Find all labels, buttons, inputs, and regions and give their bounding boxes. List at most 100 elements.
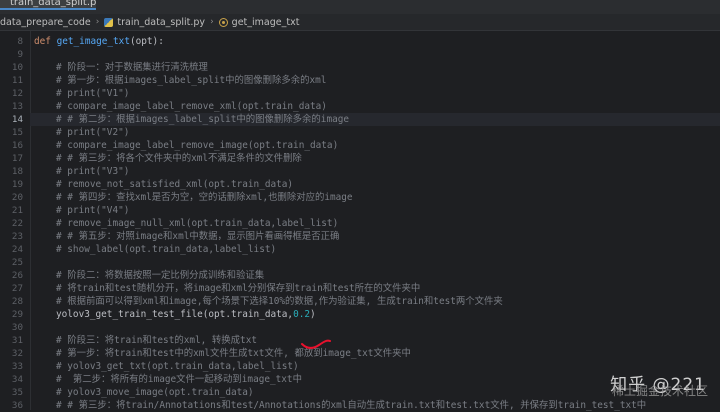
line-number: 22 [11,218,23,229]
code-line[interactable]: 29 yolov3_get_train_test_file(opt.train_d… [12,308,720,321]
code-text: # remove_not_satisfied_xml(opt.train_dat… [56,179,294,190]
line-number: 15 [11,127,23,138]
line-number: 19 [11,179,23,190]
line-number: 25 [11,257,23,268]
code-text: # print("V3") [56,166,130,177]
line-number: 13 [11,101,23,112]
code-line[interactable]: 18 # print("V3") [12,165,720,178]
line-number: 34 [11,374,23,385]
code-text: # # 第二步：根据images_label_split中的图像删除多余的ima… [56,114,350,125]
code-text: yolov3_get_train_test_file(opt.train_dat… [56,308,316,321]
code-text: # print("V2") [56,127,130,138]
code-text: # 阶段一：对于数据集进行清洗梳理 [56,62,208,73]
juejin-watermark: 稀土掘金技术社区 [611,384,708,398]
breadcrumb: data_prepare_code › train_data_split.py … [0,14,720,31]
function-call: yolov3_get_train_test_file [56,309,203,320]
code-line[interactable]: 30 [12,321,720,334]
tab-bar: train_data_split.py [0,0,720,14]
line-number: 20 [11,192,23,203]
code-text: # 阶段二：将数据按照一定比例分成训练和验证集 [56,270,265,281]
code-text: # # 第四步：查找xml是否为空，空的话删除xml,也删除对应的image [56,192,353,203]
chevron-right-icon: › [95,17,100,27]
breadcrumb-folder[interactable]: data_prepare_code [0,17,91,28]
breadcrumb-file[interactable]: train_data_split.py [117,17,205,28]
line-number: 29 [11,309,23,320]
code-text: # # 第三步：将各个文件夹中的xml不满足条件的文件删除 [56,153,302,164]
call-close: ) [310,309,316,320]
code-text: # # 第五步：对照image和xml中数据，显示图片看画得框是否正确 [56,231,340,242]
code-text: # 阶段三：将train和test的xml, 转换成txt [56,335,257,346]
code-line[interactable]: 28 # 根据前面可以得到xml和image,每个场景下选择10%的数据,作为验证… [12,295,720,308]
code-line[interactable]: 36 # # 第三步：将train/Annotations和test/Annota… [12,399,720,412]
line-number: 24 [11,244,23,255]
code-line[interactable]: 25 [12,256,720,269]
code-text: # print("V1") [56,88,130,99]
code-text: # yolov3_move_image(opt.train_data) [56,387,254,398]
code-line[interactable]: 27 # 将train和test随机分开，将image和xml分别保存到train… [12,282,720,295]
line-number: 36 [11,400,23,411]
code-text: # 第二步：将所有的image文件一起移动到image_txt中 [56,374,302,385]
red-underline-annotation [301,339,331,349]
code-line[interactable]: 10 # 阶段一：对于数据集进行清洗梳理 [12,61,720,74]
line-number: 23 [11,231,23,242]
code-line[interactable]: 31 # 阶段三：将train和test的xml, 转换成txt [12,334,720,347]
code-text: # 第一步：将train和test中的xml文件生成txt文件, 都放到imag… [56,348,411,359]
code-line[interactable]: 16 # compare_image_label_remove_image(opt… [12,139,720,152]
code-line[interactable]: 8 def get_image_txt(opt): [17,35,720,48]
code-line[interactable]: 32 # 第一步：将train和test中的xml文件生成txt文件, 都放到im… [12,347,720,360]
chevron-right-icon: › [210,17,214,27]
code-text: # compare_image_label_remove_xml(opt.tra… [56,101,327,112]
code-line[interactable]: 13 # compare_image_label_remove_xml(opt.t… [12,100,720,113]
code-text: # compare_image_label_remove_image(opt.t… [56,140,339,151]
python-file-icon [104,17,114,27]
line-number: 26 [11,270,23,281]
code-line[interactable]: 26 # 阶段二：将数据按照一定比例分成训练和验证集 [12,269,720,282]
line-number: 31 [11,335,23,346]
line-number: 33 [11,361,23,372]
code-text: # # 第三步：将train/Annotations和test/Annotati… [56,400,647,411]
line-number: 8 [17,36,23,47]
line-number: 17 [11,153,23,164]
code-text: # 将train和test随机分开，将image和xml分别保存到train和t… [56,283,421,294]
code-editor[interactable]: 8 def get_image_txt(opt): 9 10 # 阶段一：对于数据集进行… [0,31,720,412]
code-line[interactable]: 15 # print("V2") [12,126,720,139]
code-line[interactable]: 9 [17,48,720,61]
function-name: get_image_txt [56,36,130,47]
line-number: 11 [11,75,23,86]
code-line[interactable]: 17 # # 第三步：将各个文件夹中的xml不满足条件的文件删除 [12,152,720,165]
call-args: (opt.train_data, [202,309,294,320]
line-number: 12 [11,88,23,99]
line-number: 10 [11,62,23,73]
line-number: 27 [11,283,23,294]
code-text: # print("V4") [56,205,130,216]
code-text: # remove_image_null_xml(opt.train_data,l… [56,218,339,229]
line-number: 18 [11,166,23,177]
line-number: 14 [11,114,23,125]
keyword-def: def [34,36,51,47]
function-icon [218,17,228,27]
code-line[interactable]: 11 # 第一步：根据images_label_split中的图像删除多余的xml [12,74,720,87]
line-number: 21 [11,205,23,216]
code-line[interactable]: 24 # show_label(opt.train_data,label_list… [12,243,720,256]
line-number: 9 [17,49,23,60]
line-number: 28 [11,296,23,307]
code-text: # yolov3_get_txt(opt.train_data,label_li… [56,361,299,372]
number-literal: 0.2 [293,309,310,320]
code-line[interactable]: 22 # remove_image_null_xml(opt.train_data… [12,217,720,230]
line-number: 35 [11,387,23,398]
code-line[interactable]: 12 # print("V1") [12,87,720,100]
code-line[interactable]: 14 # # 第二步：根据images_label_split中的图像删除多余的i… [12,113,720,126]
breadcrumb-function[interactable]: get_image_txt [232,17,300,28]
code-line[interactable]: 19 # remove_not_satisfied_xml(opt.train_d… [12,178,720,191]
code-text: # 根据前面可以得到xml和image,每个场景下选择10%的数据,作为验证集,… [56,296,503,307]
line-number: 30 [11,322,23,333]
code-line[interactable]: 20 # # 第四步：查找xml是否为空，空的话删除xml,也删除对应的image [12,191,720,204]
code-area[interactable]: 8 def get_image_txt(opt): 9 10 # 阶段一：对于数据集进行… [12,31,720,412]
tab-train-data-split[interactable]: train_data_split.py [0,0,96,10]
code-text: # show_label(opt.train_data,label_list) [56,244,277,255]
code-text: def get_image_txt(opt): [34,35,164,48]
code-line[interactable]: 21 # print("V4") [12,204,720,217]
line-number: 16 [11,140,23,151]
code-text: # 第一步：根据images_label_split中的图像删除多余的xml [56,75,327,86]
code-line[interactable]: 23 # # 第五步：对照image和xml中数据，显示图片看画得框是否正确 [12,230,720,243]
